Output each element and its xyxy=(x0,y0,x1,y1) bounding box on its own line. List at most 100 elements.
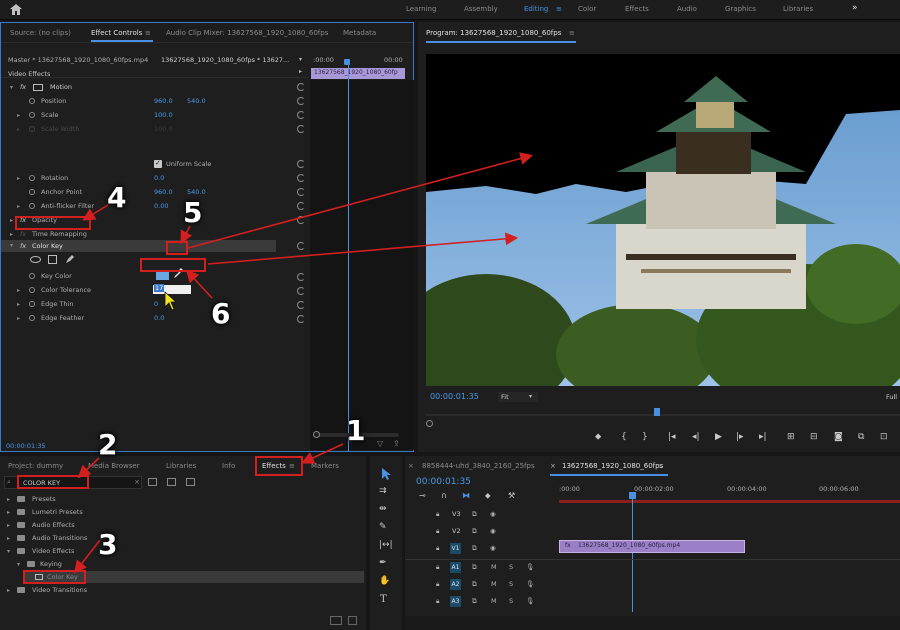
position-y-value[interactable]: 540.0 xyxy=(187,95,206,107)
pen-mask-icon[interactable] xyxy=(65,254,75,264)
step-back-icon[interactable]: ◂| xyxy=(692,432,700,442)
anchor-x-value[interactable]: 960.0 xyxy=(154,186,173,198)
lift-icon[interactable]: ⊞ xyxy=(787,432,795,442)
camera-icon[interactable]: ◙ xyxy=(834,432,843,442)
sync-icon[interactable]: ⧉ xyxy=(472,561,477,573)
stopwatch-icon[interactable] xyxy=(29,189,35,195)
home-icon[interactable] xyxy=(10,4,22,15)
stopwatch-icon[interactable] xyxy=(29,98,35,104)
tab-effect-controls[interactable]: Effect Controls xyxy=(91,29,142,37)
microphone-icon[interactable]: 🎙︎ xyxy=(526,578,534,590)
position-x-value[interactable]: 960.0 xyxy=(154,95,173,107)
chevron-down-icon[interactable]: ▾ xyxy=(17,561,20,568)
sync-icon[interactable]: ⧉ xyxy=(472,595,477,607)
expand-arrow-icon[interactable]: ▸ xyxy=(299,68,302,75)
ripple-edit-tool-icon[interactable]: ⇹ xyxy=(379,504,387,514)
program-timecode[interactable]: 00:00:01:35 xyxy=(430,391,479,403)
reset-tolerance-icon[interactable] xyxy=(297,287,305,295)
tab-source[interactable]: Source: (no clips) xyxy=(10,29,71,37)
edge-feather-chevron-icon[interactable]: ▸ xyxy=(17,315,20,322)
edge-thin-value[interactable]: 0 xyxy=(154,298,158,310)
nest-icon[interactable]: ⊸ xyxy=(419,491,426,500)
mark-in-icon[interactable]: { xyxy=(621,432,627,442)
linked-selection-icon[interactable]: ⧓ xyxy=(462,491,470,500)
effects-tree-keying[interactable]: Keying xyxy=(40,558,62,570)
workspace-learning[interactable]: Learning xyxy=(406,5,436,13)
chevron-down-icon[interactable]: ▾ xyxy=(7,548,10,555)
slip-tool-icon[interactable]: |↔| xyxy=(379,540,393,550)
tab-sequence-1[interactable]: 8858444-uhd_3840_2160_25fps xyxy=(422,462,535,470)
track-a1-label[interactable]: A1 xyxy=(450,562,461,573)
workspace-effects[interactable]: Effects xyxy=(625,5,649,13)
chevron-right-icon[interactable]: ▸ xyxy=(7,535,10,542)
antiflicker-chevron-icon[interactable]: ▸ xyxy=(17,203,20,210)
comparison-view-icon[interactable]: ⊡ xyxy=(880,432,888,442)
reset-scale-icon[interactable] xyxy=(297,111,305,119)
stopwatch-icon[interactable] xyxy=(29,315,35,321)
eye-icon[interactable]: ◉ xyxy=(490,508,496,520)
32bit-effects-icon[interactable] xyxy=(167,478,176,486)
reset-edge-thin-icon[interactable] xyxy=(297,301,305,309)
reset-opacity-icon[interactable] xyxy=(297,216,305,224)
wrench-icon[interactable]: ⚒ xyxy=(508,491,515,500)
chevron-right-icon[interactable]: ▸ xyxy=(7,587,10,594)
reset-edge-feather-icon[interactable] xyxy=(297,315,305,323)
ellipse-mask-icon[interactable] xyxy=(30,256,41,263)
mute-button[interactable]: M xyxy=(491,595,497,607)
workspace-graphics[interactable]: Graphics xyxy=(725,5,756,13)
ec-filter-icon[interactable]: ▽ xyxy=(377,439,383,448)
antiflicker-value[interactable]: 0.00 xyxy=(154,200,168,212)
resolution-dropdown[interactable]: Full xyxy=(886,391,897,403)
eye-icon[interactable]: ◉ xyxy=(490,542,496,554)
selection-tool-icon[interactable] xyxy=(381,467,391,480)
tab-markers[interactable]: Markers xyxy=(311,462,339,470)
microphone-icon[interactable]: 🎙︎ xyxy=(526,595,534,607)
reset-motion-icon[interactable] xyxy=(297,83,305,91)
program-zoom-handle[interactable] xyxy=(426,420,433,427)
yuv-effects-icon[interactable] xyxy=(186,478,195,486)
stopwatch-icon[interactable] xyxy=(29,273,35,279)
solo-button[interactable]: S xyxy=(509,578,513,590)
effects-tree-presets[interactable]: Presets xyxy=(32,493,56,505)
color-key-label[interactable]: Color Key xyxy=(32,240,63,252)
ec-timecode[interactable]: 00:00:01:35 xyxy=(6,440,46,452)
reset-key-color-icon[interactable] xyxy=(297,273,305,281)
accelerated-effects-icon[interactable] xyxy=(148,478,157,486)
edge-thin-chevron-icon[interactable]: ▸ xyxy=(17,301,20,308)
effects-tree-video-transitions[interactable]: Video Transitions xyxy=(32,584,87,596)
track-a3-label[interactable]: A3 xyxy=(450,596,461,607)
fit-dropdown[interactable]: Fit ▾ xyxy=(498,392,538,402)
microphone-icon[interactable]: 🎙︎ xyxy=(526,561,534,573)
program-playhead-icon[interactable] xyxy=(654,408,660,416)
type-tool-icon[interactable]: T xyxy=(380,594,387,605)
rectangle-mask-icon[interactable] xyxy=(48,255,57,264)
edge-feather-value[interactable]: 0.0 xyxy=(154,312,164,324)
go-to-out-icon[interactable]: ▸| xyxy=(759,432,767,442)
reset-scale-width-icon[interactable] xyxy=(297,125,305,133)
workspace-assembly[interactable]: Assembly xyxy=(464,5,498,13)
reset-uniform-icon[interactable] xyxy=(297,160,305,168)
more-workspaces-icon[interactable]: » xyxy=(852,3,858,13)
mute-button[interactable]: M xyxy=(491,578,497,590)
track-a2-label[interactable]: A2 xyxy=(450,579,461,590)
track-v2-label[interactable]: V2 xyxy=(452,525,461,537)
chevron-right-icon[interactable]: ▸ xyxy=(7,496,10,503)
sync-icon[interactable]: ⧉ xyxy=(472,525,477,537)
time-remap-chevron-icon[interactable]: ▸ xyxy=(10,231,13,238)
timeline-scrollbar[interactable] xyxy=(405,616,900,630)
timeline-clip[interactable]: fx 13627568_1920_1080_60fps.mp4 xyxy=(559,540,745,553)
stopwatch-icon[interactable] xyxy=(29,175,35,181)
reset-color-key-icon[interactable] xyxy=(297,242,305,250)
tab-libraries[interactable]: Libraries xyxy=(166,462,196,470)
clear-search-icon[interactable]: × xyxy=(134,478,140,486)
fx-icon[interactable]: fx xyxy=(20,240,26,252)
opacity-chevron-icon[interactable]: ▸ xyxy=(10,217,13,224)
uniform-scale-checkbox[interactable]: ✓ xyxy=(154,159,162,168)
rotation-value[interactable]: 0.0 xyxy=(154,172,164,184)
tab-project[interactable]: Project: dummy xyxy=(8,462,63,470)
ec-export-icon[interactable]: ⇪ xyxy=(393,439,400,448)
close-tab-icon[interactable]: × xyxy=(550,462,556,470)
ec-clip-bar[interactable]: 13627568_1920_1080_60fp xyxy=(311,68,405,79)
eye-icon[interactable]: ◉ xyxy=(490,525,496,537)
razor-tool-icon[interactable]: ✎ xyxy=(379,522,387,532)
